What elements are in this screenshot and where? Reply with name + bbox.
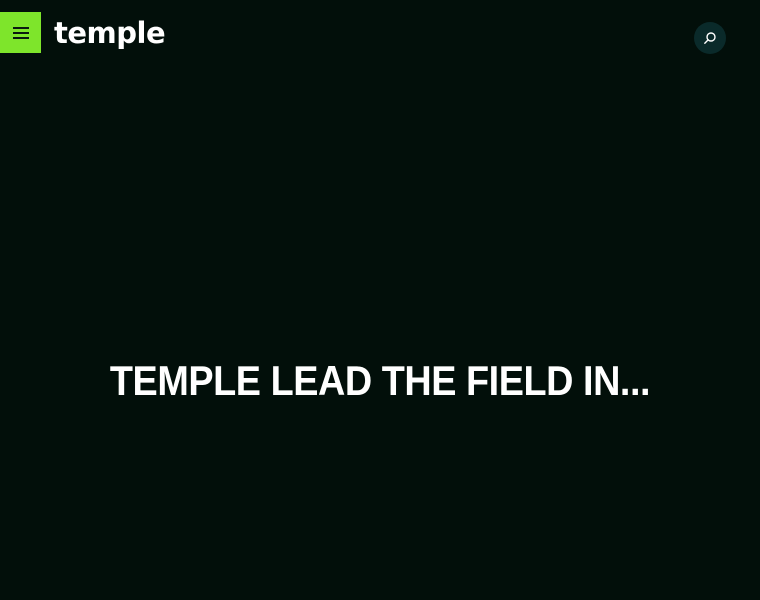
logo[interactable]: temple	[54, 14, 166, 52]
search-button[interactable]	[694, 22, 726, 54]
hamburger-menu-icon	[12, 26, 29, 39]
hero-heading: TEMPLE LEAD THE FIELD IN...	[109, 357, 651, 404]
search-icon	[703, 31, 717, 45]
menu-button[interactable]	[0, 12, 41, 53]
page: temple TEMPLE LEAD THE FIELD IN...	[0, 0, 760, 600]
